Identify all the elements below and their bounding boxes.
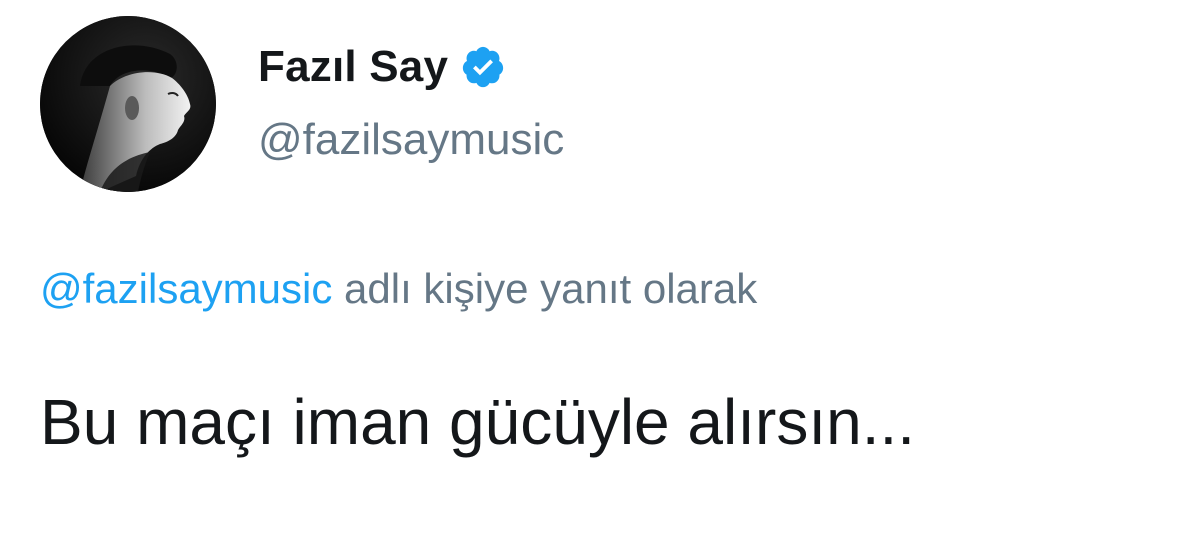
tweet-card: Fazıl Say @fazilsaymusic @fazilsaymusic … <box>0 0 1200 542</box>
tweet-text: Bu maçı iman gücüyle alırsın... <box>40 386 916 458</box>
author-name-row: Fazıl Say <box>258 44 506 90</box>
verified-badge-icon <box>460 44 506 90</box>
author-handle[interactable]: @fazilsaymusic <box>258 118 564 162</box>
reply-context: @fazilsaymusic adlı kişiye yanıt olarak <box>40 268 757 310</box>
author-display-name[interactable]: Fazıl Say <box>258 45 448 89</box>
reply-context-label: adlı kişiye yanıt olarak <box>344 265 758 312</box>
profile-photo-icon <box>40 16 216 192</box>
reply-mention-link[interactable]: @fazilsaymusic <box>40 265 332 312</box>
avatar[interactable] <box>40 16 216 192</box>
